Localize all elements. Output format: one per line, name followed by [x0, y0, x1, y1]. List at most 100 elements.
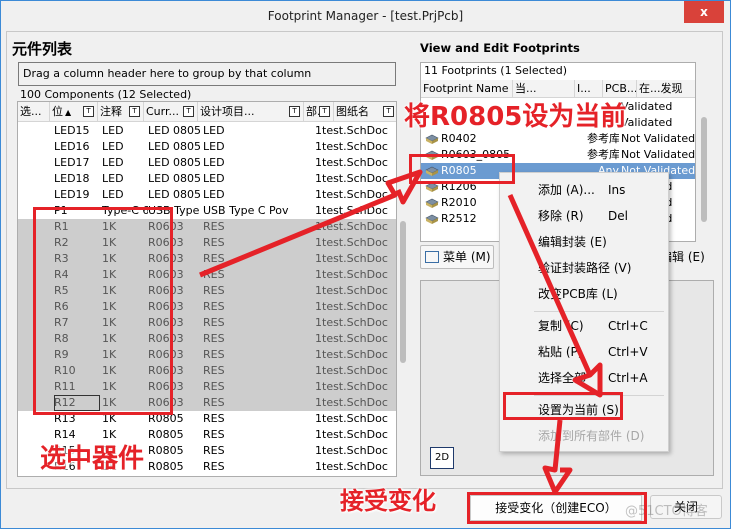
- cell-designator: LED17: [54, 156, 90, 169]
- context-menu-item[interactable]: 添加 (A)... Ins: [500, 179, 670, 201]
- title-bar: Footprint Manager - [test.PrjPcb]: [1, 1, 730, 31]
- cell-designator: LED19: [54, 188, 90, 201]
- cell-sheet: test.SchDoc: [322, 412, 388, 425]
- cell-sheet: test.SchDoc: [322, 364, 388, 377]
- cell-part: 1: [315, 332, 322, 345]
- cell-current: LED 0805: [148, 124, 202, 137]
- cell-current: LED 0805: [148, 172, 202, 185]
- component-row[interactable]: LED18 LED LED 0805 LED 1 test.SchDoc: [18, 171, 396, 187]
- column-header[interactable]: 部.. T: [304, 102, 334, 122]
- filter-icon[interactable]: T: [83, 106, 94, 117]
- cell-design-item: LED: [203, 188, 225, 201]
- filter-icon[interactable]: T: [129, 106, 140, 117]
- footprint-name: R2010: [441, 196, 477, 209]
- filter-icon[interactable]: T: [183, 106, 194, 117]
- column-header[interactable]: 注释 T: [98, 102, 144, 122]
- filter-icon[interactable]: T: [319, 106, 330, 117]
- cell-design-item: RES: [203, 236, 225, 249]
- window-close-button[interactable]: x: [684, 1, 724, 23]
- column-header[interactable]: 设计项目... T: [198, 102, 304, 122]
- cell-part: 1: [315, 204, 322, 217]
- column-header-label: 设计项目...: [200, 105, 255, 118]
- view-2d-button[interactable]: 2D: [430, 447, 454, 469]
- accept-highlight-box: [467, 492, 647, 524]
- component-row[interactable]: LED17 LED LED 0805 LED 1 test.SchDoc: [18, 155, 396, 171]
- menu-item-label: 添加 (A)...: [538, 183, 595, 197]
- cell-sheet: test.SchDoc: [322, 188, 388, 201]
- context-menu-item[interactable]: 编辑封装 (E): [500, 231, 670, 253]
- cell-part: 1: [315, 172, 322, 185]
- cell-part: 1: [315, 412, 322, 425]
- cell-part: 1: [315, 236, 322, 249]
- menu-item-label: 编辑封装 (E): [538, 235, 607, 249]
- cell-design-item: RES: [203, 396, 225, 409]
- context-menu-item[interactable]: 选择全部 Ctrl+A: [500, 367, 670, 389]
- cell-comment: LED: [102, 156, 124, 169]
- cell-part: 1: [315, 188, 322, 201]
- scroll-thumb[interactable]: [701, 117, 707, 222]
- component-row[interactable]: LED15 LED LED 0805 LED 1 test.SchDoc: [18, 123, 396, 139]
- component-grid-scrollbar[interactable]: [398, 101, 408, 477]
- cell-comment: LED: [102, 140, 124, 153]
- cell-sheet: test.SchDoc: [322, 348, 388, 361]
- context-menu-item[interactable]: 移除 (R) Del: [500, 205, 670, 227]
- cell-part: 1: [315, 380, 322, 393]
- component-row[interactable]: LED19 LED LED 0805 LED 1 test.SchDoc: [18, 187, 396, 203]
- cell-design-item: RES: [203, 284, 225, 297]
- footprint-row[interactable]: R0402 参考库 Not Validated: [421, 131, 695, 147]
- context-menu-item[interactable]: 验证封装路径 (V): [500, 257, 670, 279]
- cell-sheet: test.SchDoc: [322, 140, 388, 153]
- cell-part: 1: [315, 156, 322, 169]
- context-menu-item[interactable]: 粘贴 (P) Ctrl+V: [500, 341, 670, 363]
- cell-sheet: test.SchDoc: [322, 156, 388, 169]
- component-row[interactable]: LED16 LED LED 0805 LED 1 test.SchDoc: [18, 139, 396, 155]
- menu-item-label: 复制 (C): [538, 319, 584, 333]
- filter-icon[interactable]: T: [289, 106, 300, 117]
- annotation-select-components: 选中器件: [40, 444, 145, 474]
- cell-part: 1: [315, 140, 322, 153]
- group-by-drop-area[interactable]: Drag a column header here to group by th…: [18, 62, 396, 86]
- footprint-grid-scrollbar[interactable]: [698, 62, 710, 242]
- cell-sheet: test.SchDoc: [322, 284, 388, 297]
- menu-button[interactable]: 菜单 (M): [420, 245, 494, 269]
- cell-sheet: test.SchDoc: [322, 268, 388, 281]
- cell-comment: LED: [102, 124, 124, 137]
- close-icon: x: [700, 5, 708, 19]
- cell-sheet: test.SchDoc: [322, 380, 388, 393]
- menu-separator: [534, 311, 664, 312]
- cell-designator: LED16: [54, 140, 90, 153]
- cell-sheet: test.SchDoc: [322, 252, 388, 265]
- column-header[interactable]: 选...: [18, 102, 50, 122]
- menu-button-label: 菜单 (M): [443, 250, 491, 264]
- column-header[interactable]: 位 ▲ T: [50, 102, 98, 122]
- column-header[interactable]: Curr... T: [144, 102, 198, 122]
- filter-icon[interactable]: T: [383, 106, 394, 117]
- context-menu-item[interactable]: 改变PCB库 (L): [500, 283, 670, 305]
- cell-designator: LED15: [54, 124, 90, 137]
- footprint-count: 11 Footprints (1 Selected): [424, 64, 568, 77]
- footprint-column-header[interactable]: 在...发现: [637, 80, 695, 98]
- menu-item-shortcut: Ctrl+A: [608, 371, 648, 385]
- cell-design-item: RES: [203, 220, 225, 233]
- cell-part: 1: [315, 444, 322, 457]
- cell-design-item: RES: [203, 348, 225, 361]
- cell-part: 1: [315, 124, 322, 137]
- menu-item-label: 移除 (R): [538, 209, 584, 223]
- cell-part: 1: [315, 220, 322, 233]
- cell-sheet: test.SchDoc: [322, 332, 388, 345]
- cell-sheet: test.SchDoc: [322, 300, 388, 313]
- menu-item-label: 粘贴 (P): [538, 345, 583, 359]
- menu-item-label: 验证封装路径 (V): [538, 261, 632, 275]
- cell-design-item: RES: [203, 300, 225, 313]
- cell-part: 1: [315, 364, 322, 377]
- cell-design-item: RES: [203, 380, 225, 393]
- scroll-thumb[interactable]: [400, 221, 406, 363]
- cell-design-item: LED: [203, 156, 225, 169]
- cell-design-item: LED: [203, 172, 225, 185]
- column-header-label: 图纸名: [336, 105, 369, 118]
- sort-asc-icon: ▲: [65, 108, 72, 117]
- cell-part: 1: [315, 284, 322, 297]
- column-header[interactable]: 图纸名 T: [334, 102, 396, 122]
- context-menu-item[interactable]: 复制 (C) Ctrl+C: [500, 315, 670, 337]
- annotation-set-current: 将R0805设为当前: [404, 102, 627, 132]
